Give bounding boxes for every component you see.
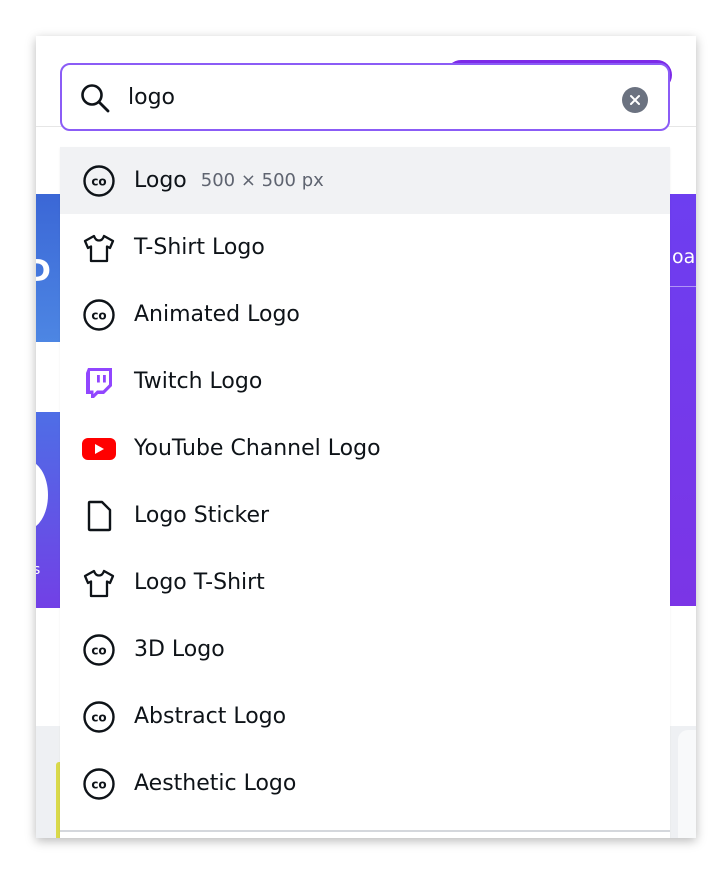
dropdown-divider bbox=[60, 830, 670, 832]
background-card-text: s bbox=[36, 562, 41, 578]
background-card: oa bbox=[670, 194, 696, 606]
suggestion-label: Aesthetic Logo bbox=[134, 771, 297, 796]
svg-text:co: co bbox=[91, 643, 106, 657]
svg-text:co: co bbox=[91, 174, 106, 188]
youtube-icon bbox=[80, 430, 118, 468]
svg-text:co: co bbox=[91, 308, 106, 322]
suggestion-item[interactable]: Logo T-Shirt bbox=[60, 549, 670, 616]
suggestion-item[interactable]: co Animated Logo bbox=[60, 281, 670, 348]
close-icon bbox=[630, 95, 640, 105]
suggestion-item[interactable]: Logo Sticker bbox=[60, 482, 670, 549]
search-input[interactable] bbox=[128, 77, 608, 117]
search-box[interactable] bbox=[60, 63, 670, 131]
suggestion-label: Twitch Logo bbox=[134, 369, 263, 394]
suggestion-item[interactable]: YouTube Channel Logo bbox=[60, 415, 670, 482]
background-card: s bbox=[36, 412, 60, 608]
suggestion-item[interactable]: T-Shirt Logo bbox=[60, 214, 670, 281]
svg-text:co: co bbox=[91, 710, 106, 724]
suggestion-dimensions: 500 × 500 px bbox=[200, 170, 324, 191]
suggestion-label: Logo bbox=[134, 168, 187, 193]
suggestion-label: 3D Logo bbox=[134, 637, 225, 662]
suggestion-item[interactable]: co Logo 500 × 500 px bbox=[60, 147, 670, 214]
suggestion-item[interactable]: co 3D Logo bbox=[60, 616, 670, 683]
suggestion-item[interactable]: co Abstract Logo bbox=[60, 683, 670, 750]
background-card: D bbox=[36, 194, 60, 342]
background-card-text: oa bbox=[672, 246, 696, 268]
suggestion-label: Animated Logo bbox=[134, 302, 300, 327]
tshirt-icon bbox=[80, 229, 118, 267]
canva-doc-icon: co bbox=[80, 765, 118, 803]
file-icon bbox=[80, 497, 118, 535]
suggestion-label: YouTube Channel Logo bbox=[134, 436, 381, 461]
canva-doc-icon: co bbox=[80, 698, 118, 736]
suggestion-item[interactable]: co Aesthetic Logo bbox=[60, 750, 670, 817]
background-circle bbox=[36, 460, 48, 530]
suggestion-label: Logo Sticker bbox=[134, 503, 270, 528]
background-tile bbox=[678, 730, 696, 838]
suggestion-item[interactable]: Twitch Logo bbox=[60, 348, 670, 415]
app-frame: D oa s co bbox=[36, 36, 696, 838]
suggestion-label: T-Shirt Logo bbox=[134, 235, 265, 260]
canva-doc-icon: co bbox=[80, 631, 118, 669]
suggestion-label: Abstract Logo bbox=[134, 704, 287, 729]
canva-doc-icon: co bbox=[80, 296, 118, 334]
search-icon bbox=[81, 84, 110, 113]
search-suggestions: co Logo 500 × 500 px T-Shirt Logo co Ani… bbox=[60, 147, 670, 838]
clear-search-button[interactable] bbox=[622, 87, 648, 113]
suggestion-label: Logo T-Shirt bbox=[134, 570, 265, 595]
canva-doc-icon: co bbox=[80, 162, 118, 200]
tshirt-icon bbox=[80, 564, 118, 602]
twitch-icon bbox=[80, 363, 118, 401]
background-card-text: D bbox=[36, 254, 51, 289]
background-divider bbox=[670, 286, 696, 287]
svg-text:co: co bbox=[91, 777, 106, 791]
